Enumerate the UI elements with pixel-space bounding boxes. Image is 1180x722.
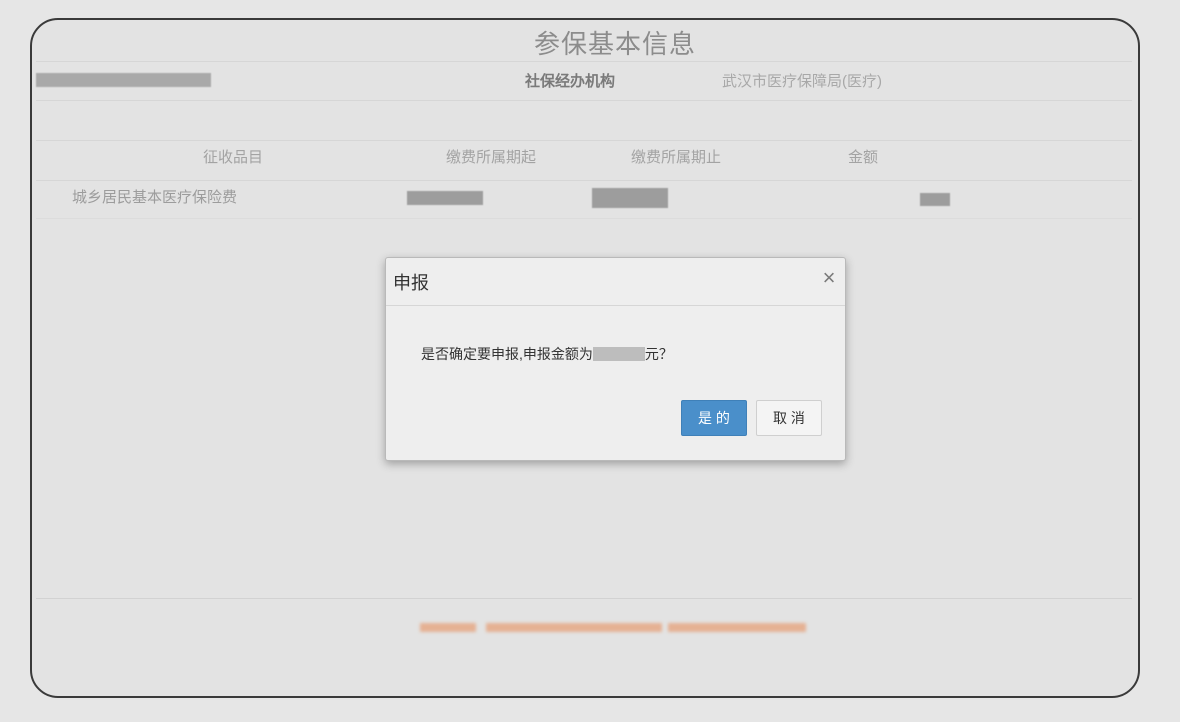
declare-dialog: 申报 × 是否确定要申报,申报金额为 元？ 是 的 取 消 <box>385 257 846 461</box>
column-header-amount: 金额 <box>848 149 879 166</box>
footer-notice-blurred-text <box>486 623 662 632</box>
redacted-field <box>36 73 211 87</box>
dialog-message-prefix: 是否确定要申报,申报金额为 <box>421 346 593 362</box>
column-header-item: 征收品目 <box>203 149 264 166</box>
footer-divider <box>36 598 1132 599</box>
table-header-bottom-line <box>36 180 1132 181</box>
footer-notice-blurred-text <box>420 623 476 632</box>
page-title: 参保基本信息 <box>533 29 696 59</box>
agency-label: 社保经办机构 <box>525 73 616 90</box>
dialog-message: 是否确定要申报,申报金额为 元？ <box>421 345 673 363</box>
redacted-period-start <box>407 191 483 205</box>
redacted-amount <box>920 193 950 206</box>
cancel-button[interactable]: 取 消 <box>756 400 822 436</box>
dialog-message-suffix: 元？ <box>644 346 673 362</box>
close-icon[interactable]: × <box>820 266 838 290</box>
confirm-button[interactable]: 是 的 <box>681 400 747 436</box>
agency-value: 武汉市医疗保障局(医疗) <box>722 73 882 90</box>
dialog-title: 申报 <box>393 273 429 293</box>
column-header-period-start: 缴费所属期起 <box>446 149 537 166</box>
table-header-top-line <box>36 140 1132 141</box>
dialog-header: 申报 × <box>386 258 845 306</box>
divider <box>36 61 1132 62</box>
divider <box>36 218 1132 219</box>
row-item-name: 城乡居民基本医疗保险费 <box>72 189 238 206</box>
redacted-amount <box>592 347 645 361</box>
divider <box>36 100 1132 101</box>
column-header-period-end: 缴费所属期止 <box>631 149 722 166</box>
footer-notice-blurred-text <box>668 623 806 632</box>
redacted-period-end <box>592 188 668 208</box>
